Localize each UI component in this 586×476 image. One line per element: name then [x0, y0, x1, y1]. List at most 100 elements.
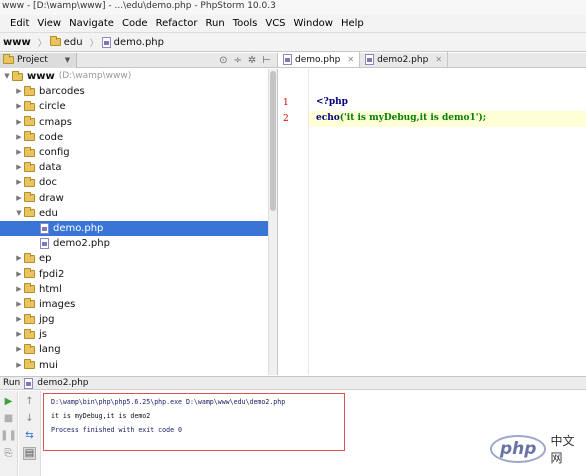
tree-item-fpdi2[interactable]: ▶ fpdi2	[0, 266, 268, 281]
breadcrumb-root[interactable]: www	[3, 37, 35, 48]
console-command-line: D:\wamp\bin\php\php5.6.25\php.exe D:\wam…	[51, 398, 286, 406]
soft-wrap-icon[interactable]: ⇆	[23, 429, 36, 442]
collapsed-arrow-icon[interactable]: ▶	[14, 115, 24, 130]
close-icon[interactable]: ✕	[435, 55, 442, 64]
collapsed-arrow-icon[interactable]: ▶	[14, 145, 24, 160]
console-output-line: it is myDebug,it is demo2	[51, 412, 151, 420]
collapsed-arrow-icon[interactable]: ▶	[14, 312, 24, 327]
tree-item-jpg[interactable]: ▶ jpg	[0, 312, 268, 327]
collapsed-arrow-icon[interactable]: ▶	[14, 84, 24, 99]
tree-item-js[interactable]: ▶ js	[0, 327, 268, 342]
tree-item-label: jpg	[39, 314, 55, 326]
folder-icon	[12, 70, 23, 81]
gear-icon[interactable]: ✲	[248, 55, 256, 66]
collapsed-arrow-icon[interactable]: ▶	[14, 175, 24, 190]
menu-tools[interactable]: Tools	[229, 15, 262, 32]
tab-label: demo.php	[295, 54, 341, 65]
scrollbar-thumb[interactable]	[270, 71, 276, 211]
collapsed-arrow-icon[interactable]: ▶	[14, 267, 24, 282]
tree-item-label: barcodes	[39, 86, 85, 98]
tree-item-mui[interactable]: ▶ mui	[0, 358, 268, 373]
menu-view[interactable]: View	[33, 15, 65, 32]
tree-item-demo2-php[interactable]: demo2.php	[0, 236, 268, 251]
line-number: 2	[283, 114, 289, 124]
collapsed-arrow-icon[interactable]: ▶	[14, 358, 24, 373]
menu-refactor[interactable]: Refactor	[152, 15, 202, 32]
project-panel-header: Project ▼ ⊙ ÷ ✲ ⊢	[0, 52, 277, 68]
window-title: www - [D:\wamp\www] - ...\edu\demo.php -…	[0, 0, 586, 15]
tree-item-lang[interactable]: ▶ lang	[0, 342, 268, 357]
tab-demo-php[interactable]: demo.php ✕	[278, 52, 361, 67]
tree-item-config[interactable]: ▶ config	[0, 145, 268, 160]
project-tree-scrollbar[interactable]	[268, 69, 277, 375]
collapsed-arrow-icon[interactable]: ▶	[14, 251, 24, 266]
expanded-arrow-icon[interactable]: ▼	[2, 69, 12, 84]
pause-icon[interactable]: ❚❚	[0, 429, 17, 442]
expanded-arrow-icon[interactable]: ▼	[14, 206, 24, 221]
close-icon[interactable]: ✕	[347, 55, 354, 64]
menu-code[interactable]: Code	[118, 15, 152, 32]
stop-icon[interactable]: ■	[2, 412, 15, 425]
arrow-down-icon[interactable]: ↓	[23, 412, 36, 425]
folder-icon	[24, 268, 35, 279]
collapsed-arrow-icon[interactable]: ▶	[14, 99, 24, 114]
php-file-icon	[40, 222, 49, 234]
breadcrumb-separator-icon: 〉	[37, 38, 47, 49]
menu-vcs[interactable]: VCS	[261, 15, 289, 32]
breadcrumb-root-label: www	[3, 36, 31, 48]
tree-item-draw[interactable]: ▶ draw	[0, 191, 268, 206]
run-tab-demo2[interactable]: demo2.php	[37, 378, 88, 388]
tree-item-data[interactable]: ▶ data	[0, 160, 268, 175]
project-tree: ▼ www (D:\wamp\www) ▶ barcodes ▶ circle ▶ cma…	[0, 69, 268, 375]
tree-item-barcodes[interactable]: ▶ barcodes	[0, 84, 268, 99]
run-panel-title: Run	[3, 378, 21, 388]
arrow-up-icon[interactable]: ↑	[23, 395, 36, 408]
tab-demo2-php[interactable]: demo2.php ✕	[360, 52, 449, 67]
php-file-icon	[40, 238, 49, 250]
tree-item-demo-php[interactable]: demo.php	[0, 220, 268, 237]
tree-item-html[interactable]: ▶ html	[0, 282, 268, 297]
dump-icon[interactable]: ⎘	[2, 447, 15, 460]
collapsed-arrow-icon[interactable]: ▶	[14, 282, 24, 297]
breadcrumb: www 〉 edu 〉 demo.php	[0, 32, 586, 52]
hide-panel-icon[interactable]: ⊢	[262, 55, 271, 66]
tree-item-label: ep	[39, 253, 52, 265]
tree-item-label: images	[39, 298, 76, 310]
scroll-to-end-icon[interactable]: ▤	[23, 447, 36, 460]
editor-tabs: demo.php ✕ demo2.php ✕	[277, 52, 586, 68]
menu-run[interactable]: Run	[202, 15, 229, 32]
menu-edit[interactable]: Edit	[6, 15, 33, 32]
tree-item-circle[interactable]: ▶ circle	[0, 99, 268, 114]
folder-icon	[24, 328, 35, 339]
menu-help[interactable]: Help	[337, 15, 368, 32]
tree-item-label: lang	[39, 344, 61, 356]
tree-item-cmaps[interactable]: ▶ cmaps	[0, 115, 268, 130]
rerun-icon[interactable]: ▶	[2, 395, 15, 408]
sync-icon[interactable]: ⊙	[219, 55, 227, 66]
collapse-all-icon[interactable]: ÷	[234, 55, 242, 66]
php-file-icon	[101, 36, 111, 48]
collapsed-arrow-icon[interactable]: ▶	[14, 160, 24, 175]
tree-root[interactable]: ▼ www (D:\wamp\www)	[0, 69, 268, 84]
collapsed-arrow-icon[interactable]: ▶	[14, 342, 24, 357]
project-view-selector[interactable]: Project ▼	[0, 52, 78, 68]
code-editor[interactable]: 1 2 <?php echo('it is myDebug,it is demo…	[277, 69, 586, 375]
tree-item-edu[interactable]: ▼ edu	[0, 206, 268, 221]
menu-navigate[interactable]: Navigate	[65, 15, 118, 32]
chevron-down-icon: ▼	[64, 56, 71, 64]
breadcrumb-separator-icon: 〉	[89, 38, 99, 49]
collapsed-arrow-icon[interactable]: ▶	[14, 297, 24, 312]
folder-icon	[24, 283, 35, 294]
tree-item-code[interactable]: ▶ code	[0, 130, 268, 145]
tree-item-images[interactable]: ▶ images	[0, 297, 268, 312]
collapsed-arrow-icon[interactable]: ▶	[14, 327, 24, 342]
tree-item-doc[interactable]: ▶ doc	[0, 175, 268, 190]
run-toolbar-primary: ▶ ■ ❚❚ ⎘	[0, 391, 18, 476]
folder-icon	[24, 313, 35, 324]
collapsed-arrow-icon[interactable]: ▶	[14, 130, 24, 145]
breadcrumb-folder[interactable]: edu	[49, 36, 87, 48]
tree-item-ep[interactable]: ▶ ep	[0, 251, 268, 266]
breadcrumb-file[interactable]: demo.php	[101, 36, 168, 48]
menu-window[interactable]: Window	[290, 15, 337, 32]
collapsed-arrow-icon[interactable]: ▶	[14, 191, 24, 206]
